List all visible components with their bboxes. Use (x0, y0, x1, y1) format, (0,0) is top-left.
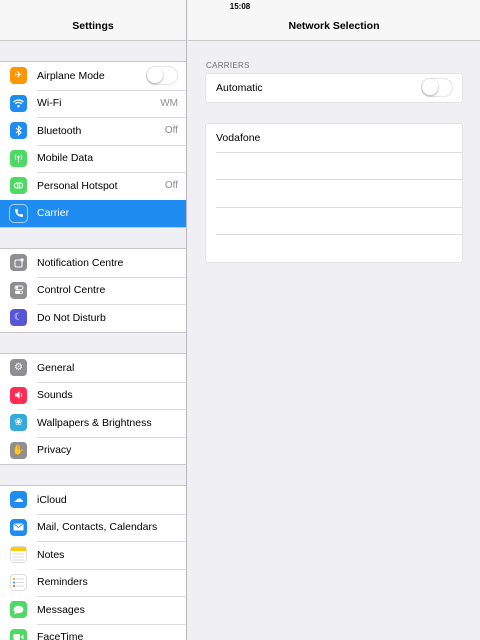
sidebar-item-facetime[interactable]: FaceTime (0, 623, 186, 640)
carrier-row-empty[interactable] (206, 206, 462, 235)
settings-group-general: ⚙ General Sounds ❀ Wallpapers & Brightne… (0, 353, 186, 465)
carrier-row-empty[interactable] (206, 151, 462, 180)
status-time: 15:08 (229, 2, 251, 11)
gear-icon: ⚙ (10, 359, 27, 377)
sidebar-item-label: Notes (37, 548, 65, 561)
sidebar-item-label: Carrier (37, 207, 70, 220)
settings-title: Settings (72, 20, 114, 32)
sidebar-item-airplane-mode[interactable]: ✈ Airplane Mode (0, 62, 186, 90)
sidebar-item-label: Messages (37, 603, 85, 616)
sidebar-item-label: Wallpapers & Brightness (37, 416, 152, 429)
sidebar-item-general[interactable]: ⚙ General (0, 354, 186, 382)
sidebar-item-label: Mobile Data (37, 152, 94, 165)
sidebar-item-notification-centre[interactable]: Notification Centre (0, 249, 186, 277)
bluetooth-icon (10, 122, 27, 140)
sidebar-item-label: Reminders (37, 576, 88, 589)
automatic-card: Automatic (205, 73, 463, 103)
sidebar-item-reminders[interactable]: Reminders (0, 568, 186, 597)
phone-icon (10, 204, 27, 222)
settings-group-apps: ☁ iCloud Mail, Contacts, Calendars Notes… (0, 485, 186, 640)
automatic-label: Automatic (216, 81, 263, 94)
sidebar-item-label: Personal Hotspot (37, 179, 118, 192)
sidebar-item-label: Bluetooth (37, 124, 82, 137)
flower-icon: ❀ (10, 414, 27, 432)
carriers-section-label: CARRIERS (206, 61, 250, 70)
sidebar-item-icloud[interactable]: ☁ iCloud (0, 486, 186, 514)
speaker-icon (10, 386, 27, 404)
sidebar-item-bluetooth[interactable]: Bluetooth Off (0, 117, 186, 145)
notes-icon (10, 546, 27, 564)
control-centre-icon (10, 281, 27, 299)
sidebar-item-messages[interactable]: Messages (0, 596, 186, 624)
carrier-list: Vodafone (205, 123, 463, 263)
carrier-row-empty[interactable] (206, 179, 462, 207)
hotspot-value: Off (164, 180, 178, 192)
notification-centre-icon (10, 254, 27, 272)
network-selection-pane: Network Selection CARRIERS Automatic Vod… (188, 0, 480, 640)
cloud-icon: ☁ (10, 491, 27, 509)
settings-group-connectivity: ✈ Airplane Mode Wi-Fi WM Bluetooth Off M… (0, 61, 186, 228)
sidebar-item-label: FaceTime (37, 631, 84, 640)
carrier-row-vodafone[interactable]: Vodafone (206, 124, 462, 152)
hand-icon: ✋ (10, 441, 27, 459)
settings-group-notifications: Notification Centre Control Centre ☾ Do … (0, 248, 186, 333)
moon-icon: ☾ (10, 309, 27, 327)
sidebar-item-notes[interactable]: Notes (0, 541, 186, 569)
reminders-icon (10, 573, 27, 591)
sidebar-item-do-not-disturb[interactable]: ☾ Do Not Disturb (0, 304, 186, 332)
sidebar-item-mobile-data[interactable]: Mobile Data (0, 144, 186, 173)
hotspot-icon (10, 177, 27, 195)
airplane-icon: ✈ (10, 67, 27, 85)
sidebar-item-label: Airplane Mode (37, 69, 105, 82)
automatic-toggle[interactable] (421, 78, 453, 98)
sidebar-item-label: Notification Centre (37, 256, 124, 269)
sidebar-item-wifi[interactable]: Wi-Fi WM (0, 89, 186, 118)
sidebar-item-sounds[interactable]: Sounds (0, 381, 186, 410)
messages-icon (10, 601, 27, 619)
sidebar-item-label: Sounds (37, 389, 73, 402)
bluetooth-value: Off (164, 125, 178, 137)
sidebar-item-label: Privacy (37, 444, 72, 457)
sidebar-item-label: iCloud (37, 493, 67, 506)
mobile-data-icon (10, 149, 27, 167)
sidebar-item-personal-hotspot[interactable]: Personal Hotspot Off (0, 172, 186, 200)
mail-icon (10, 518, 27, 536)
sidebar-item-carrier[interactable]: Carrier (0, 199, 186, 227)
airplane-mode-toggle[interactable] (146, 66, 178, 86)
automatic-row[interactable]: Automatic (206, 74, 462, 102)
network-selection-title: Network Selection (288, 20, 380, 32)
sidebar-item-label: Control Centre (37, 284, 106, 297)
settings-sidebar: Settings ✈ Airplane Mode Wi-Fi WM Blueto… (0, 0, 187, 640)
sidebar-item-control-centre[interactable]: Control Centre (0, 276, 186, 305)
carrier-label: Vodafone (216, 131, 261, 144)
wifi-value: WM (160, 97, 178, 109)
wifi-icon (10, 94, 27, 112)
sidebar-item-wallpapers-brightness[interactable]: ❀ Wallpapers & Brightness (0, 409, 186, 437)
facetime-icon (10, 628, 27, 640)
sidebar-item-privacy[interactable]: ✋ Privacy (0, 436, 186, 465)
carrier-row-empty[interactable] (206, 234, 462, 262)
sidebar-item-label: Wi-Fi (37, 97, 62, 110)
sidebar-item-mail-contacts-calendars[interactable]: Mail, Contacts, Calendars (0, 513, 186, 542)
sidebar-item-label: Mail, Contacts, Calendars (37, 521, 158, 534)
sidebar-item-label: Do Not Disturb (37, 311, 106, 324)
sidebar-item-label: General (37, 361, 75, 374)
